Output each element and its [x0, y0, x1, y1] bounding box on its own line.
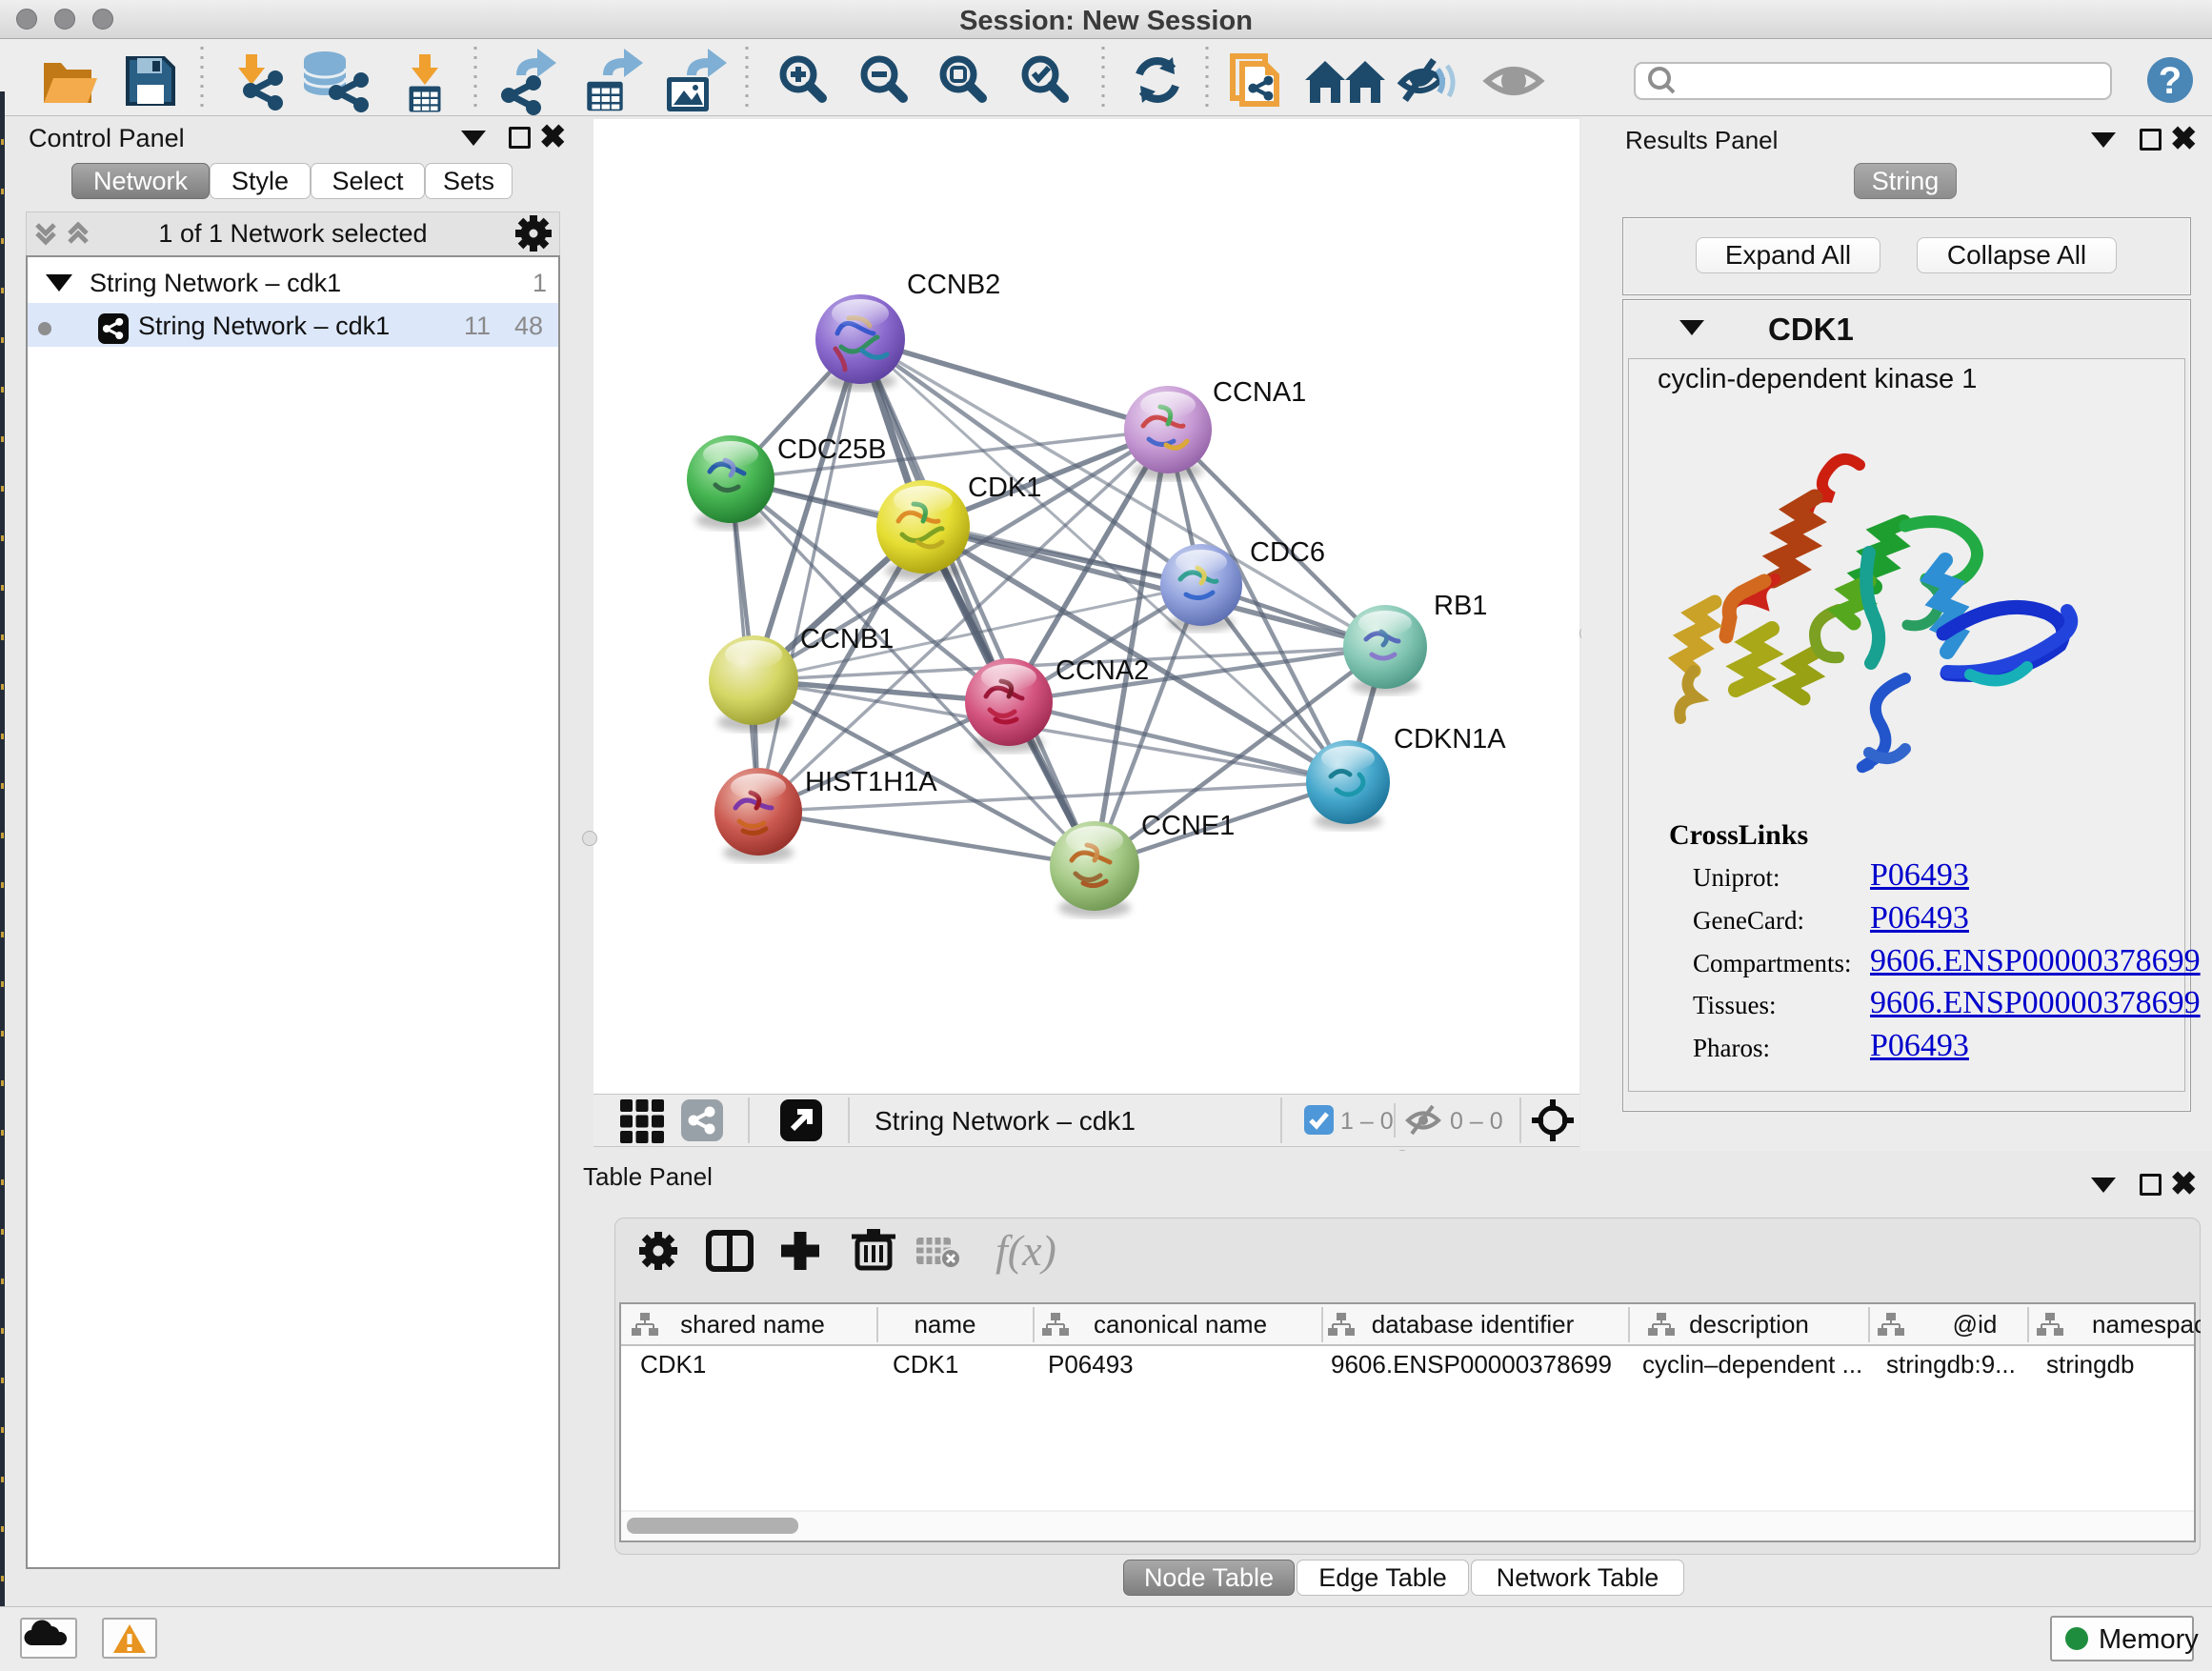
- svg-text:@id: @id: [1953, 1310, 1998, 1339]
- svg-text:0 – 0: 0 – 0: [1450, 1108, 1503, 1135]
- svg-text:CCNB1: CCNB1: [800, 624, 894, 654]
- svg-text:CDK1: CDK1: [968, 473, 1041, 503]
- svg-text:namespace: namespace: [2092, 1310, 2201, 1339]
- svg-text:CCNB2: CCNB2: [907, 270, 1000, 300]
- svg-text:String Network – cdk1: String Network – cdk1: [875, 1106, 1136, 1136]
- svg-text:CCNE1: CCNE1: [1141, 811, 1235, 841]
- svg-text:stringdb:9...: stringdb:9...: [1886, 1350, 2016, 1379]
- svg-text:stringdb: stringdb: [2046, 1350, 2135, 1379]
- svg-text:RB1: RB1: [1434, 591, 1487, 621]
- svg-text:cyclin–dependent ...: cyclin–dependent ...: [1642, 1350, 1862, 1379]
- svg-text:HIST1H1A: HIST1H1A: [805, 767, 937, 797]
- svg-text:Memory: Memory: [2099, 1624, 2199, 1655]
- svg-text:?: ?: [2159, 60, 2182, 102]
- svg-text:CDC6: CDC6: [1250, 537, 1325, 568]
- svg-text:CDKN1A: CDKN1A: [1394, 724, 1506, 755]
- svg-text:1 – 0: 1 – 0: [1340, 1108, 1394, 1135]
- svg-text:CCNA2: CCNA2: [1056, 655, 1149, 686]
- svg-text:CDK1: CDK1: [640, 1350, 706, 1379]
- svg-text:database identifier: database identifier: [1372, 1310, 1575, 1339]
- svg-text:9606.ENSP00000378699: 9606.ENSP00000378699: [1331, 1350, 1612, 1379]
- svg-text:P06493: P06493: [1048, 1350, 1134, 1379]
- svg-text:f(x): f(x): [995, 1226, 1056, 1275]
- svg-text:description: description: [1689, 1310, 1809, 1339]
- svg-text:canonical name: canonical name: [1094, 1310, 1267, 1339]
- svg-text:shared name: shared name: [680, 1310, 825, 1339]
- svg-text:CCNA1: CCNA1: [1213, 377, 1306, 408]
- svg-text:CDK1: CDK1: [893, 1350, 958, 1379]
- svg-text:name: name: [914, 1310, 975, 1339]
- svg-text:CDC25B: CDC25B: [777, 434, 886, 465]
